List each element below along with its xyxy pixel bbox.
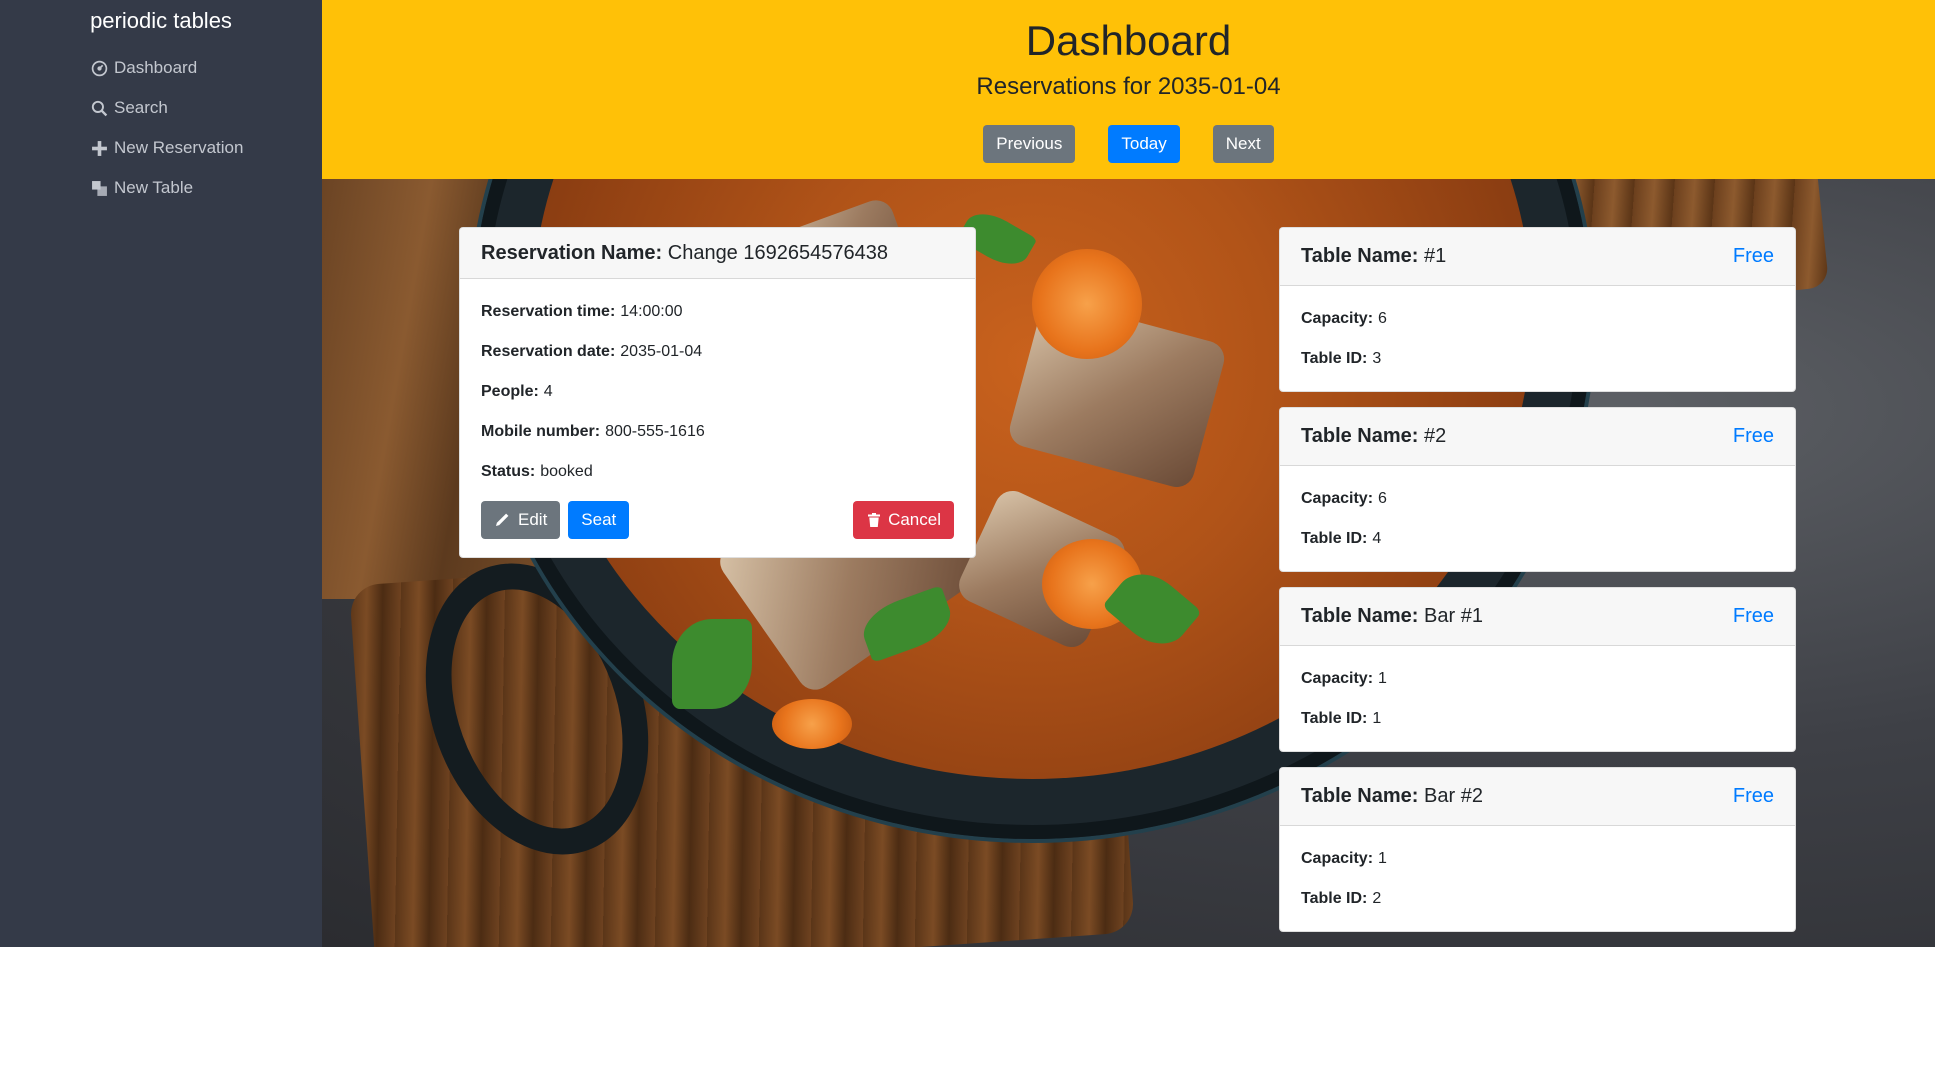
sidebar-item-new-reservation[interactable]: New Reservation <box>91 128 243 168</box>
sidebar-item-label: New Reservation <box>114 138 244 157</box>
reservation-time-value: 14:00:00 <box>620 303 683 320</box>
sidebar-item-search[interactable]: Search <box>91 88 243 128</box>
field-label: Reservation time: <box>481 303 616 320</box>
table-name: Bar #1 <box>1424 605 1483 627</box>
date-navigation: Previous Today Next <box>322 125 1935 163</box>
table-card-header: Table Name: #2 Free <box>1280 408 1795 466</box>
table-id-label: Table ID: <box>1301 530 1368 547</box>
table-name: Bar #2 <box>1424 785 1483 807</box>
table-name: #1 <box>1424 245 1447 267</box>
capacity-row: Capacity: 6 <box>1301 479 1774 519</box>
capacity-label: Capacity: <box>1301 490 1374 507</box>
cancel-button-label: Cancel <box>888 510 941 529</box>
seat-button[interactable]: Seat <box>568 501 630 539</box>
mobile-number-row: Mobile number: 800-555-1616 <box>481 412 954 452</box>
capacity-row: Capacity: 1 <box>1301 659 1774 699</box>
dashboard-icon <box>91 60 108 76</box>
reservations-date-heading: Reservations for 2035-01-04 <box>976 73 1281 100</box>
reservation-date-value: 2035-01-04 <box>620 343 703 360</box>
reservation-card-body: Reservation time: 14:00:00 Reservation d… <box>460 279 975 539</box>
table-status-badge: Free <box>1732 245 1774 267</box>
table-id-label: Table ID: <box>1301 890 1368 907</box>
sidebar-nav: Dashboard Search New Reservation New Tab… <box>91 48 243 208</box>
table-card-header: Table Name: #1 Free <box>1280 228 1795 286</box>
sidebar-item-label: Search <box>114 98 168 117</box>
table-id-row: Table ID: 2 <box>1301 879 1774 919</box>
brand-title[interactable]: periodic tables <box>0 8 322 34</box>
field-label: Status: <box>481 463 536 480</box>
capacity-label: Capacity: <box>1301 670 1374 687</box>
table-card: Table Name: Bar #1 Free Capacity: 1 Tabl… <box>1279 587 1796 752</box>
search-icon <box>91 100 108 116</box>
table-name: #2 <box>1424 425 1447 447</box>
today-button[interactable]: Today <box>1108 125 1180 163</box>
table-name-label: Table Name: <box>1301 605 1419 627</box>
capacity-value: 1 <box>1378 670 1387 687</box>
table-id-row: Table ID: 3 <box>1301 339 1774 379</box>
sidebar-item-dashboard[interactable]: Dashboard <box>91 48 243 88</box>
table-icon <box>92 180 107 196</box>
field-label: People: <box>481 383 539 400</box>
trash-icon <box>868 513 881 527</box>
table-id-label: Table ID: <box>1301 350 1368 367</box>
mobile-number-value: 800-555-1616 <box>605 423 705 440</box>
dashboard-header: Dashboard Reservations for 2035-01-04 Pr… <box>322 0 1935 179</box>
plus-icon <box>92 140 107 156</box>
table-name-label: Table Name: <box>1301 425 1419 447</box>
reservation-actions: Edit Seat Cancel <box>481 501 954 539</box>
table-status-badge: Free <box>1732 425 1774 447</box>
cancel-button[interactable]: Cancel <box>853 501 954 539</box>
reservation-date-row: Reservation date: 2035-01-04 <box>481 332 954 372</box>
table-name-label: Table Name: <box>1301 785 1419 807</box>
capacity-value: 6 <box>1378 490 1387 507</box>
edit-button[interactable]: Edit <box>481 501 561 539</box>
table-card-header: Table Name: Bar #2 Free <box>1280 768 1795 826</box>
people-value: 4 <box>543 383 553 400</box>
capacity-label: Capacity: <box>1301 310 1374 327</box>
next-button[interactable]: Next <box>1212 125 1274 163</box>
reservation-name: Change 1692654576438 <box>667 241 888 264</box>
table-id-value: 4 <box>1372 530 1382 547</box>
field-label: Mobile number: <box>481 423 601 440</box>
capacity-label: Capacity: <box>1301 850 1374 867</box>
table-id-label: Table ID: <box>1301 710 1368 727</box>
table-card-header: Table Name: Bar #1 Free <box>1280 588 1795 646</box>
table-id-value: 1 <box>1372 710 1382 727</box>
reservation-time-row: Reservation time: 14:00:00 <box>481 292 954 332</box>
page-title: Dashboard <box>1025 17 1232 64</box>
field-label: Reservation date: <box>481 343 616 360</box>
table-status-badge: Free <box>1732 605 1774 627</box>
reservation-card-header: Reservation Name: Change 1692654576438 <box>460 228 975 279</box>
sidebar-item-label: New Table <box>114 178 194 197</box>
table-id-row: Table ID: 1 <box>1301 699 1774 739</box>
table-id-value: 3 <box>1372 350 1382 367</box>
capacity-row: Capacity: 6 <box>1301 299 1774 339</box>
pencil-icon <box>496 513 509 526</box>
reservation-name-label: Reservation Name: <box>481 241 663 264</box>
table-name-label: Table Name: <box>1301 245 1419 267</box>
table-card: Table Name: #2 Free Capacity: 6 Table ID… <box>1279 407 1796 572</box>
reservation-card: Reservation Name: Change 1692654576438 R… <box>459 227 976 558</box>
previous-button[interactable]: Previous <box>983 125 1076 163</box>
people-row: People: 4 <box>481 372 954 412</box>
capacity-row: Capacity: 1 <box>1301 839 1774 879</box>
table-card: Table Name: #1 Free Capacity: 6 Table ID… <box>1279 227 1796 392</box>
table-id-row: Table ID: 4 <box>1301 519 1774 559</box>
status-value: booked <box>540 463 593 480</box>
table-status-badge: Free <box>1732 785 1774 807</box>
sidebar: periodic tables Dashboard Search New Res… <box>0 0 322 947</box>
status-row: Status: booked <box>481 452 954 492</box>
table-id-value: 2 <box>1372 890 1382 907</box>
capacity-value: 6 <box>1378 310 1387 327</box>
table-card: Table Name: Bar #2 Free Capacity: 1 Tabl… <box>1279 767 1796 932</box>
capacity-value: 1 <box>1378 850 1387 867</box>
edit-button-label: Edit <box>518 510 548 529</box>
sidebar-item-new-table[interactable]: New Table <box>91 168 243 208</box>
sidebar-item-label: Dashboard <box>114 58 198 77</box>
